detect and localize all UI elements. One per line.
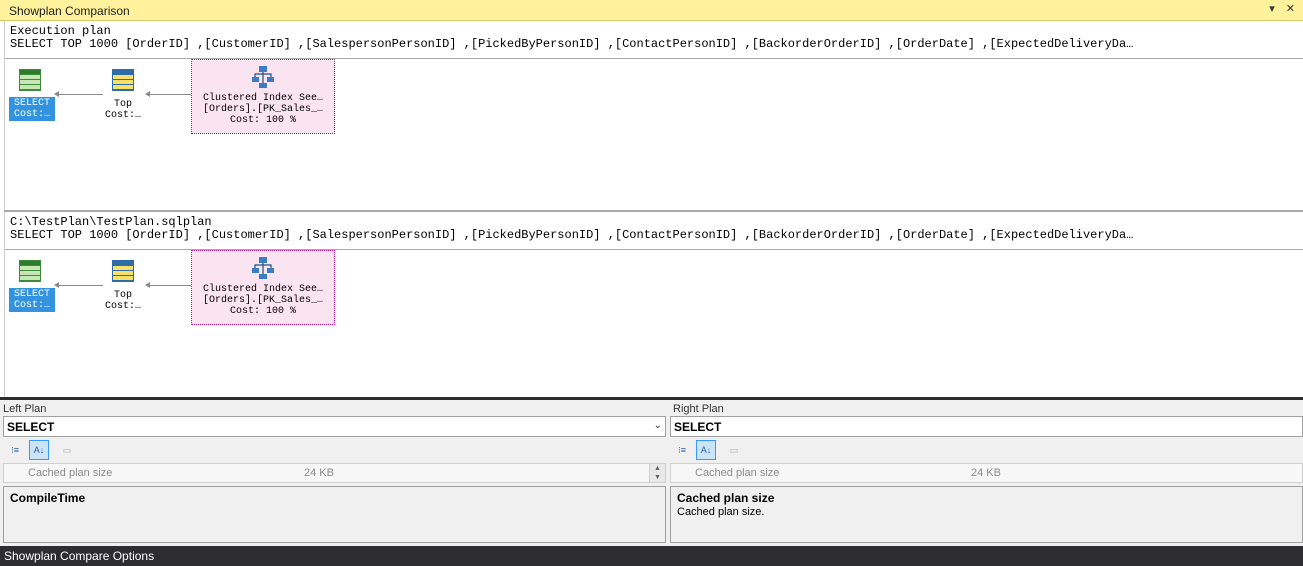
window-menu-icon[interactable]: ▾ ✕ — [1269, 2, 1299, 15]
top-top-operator[interactable]: Top Cost:… — [99, 69, 147, 125]
alphabetical-sort-icon[interactable]: A↓ — [29, 440, 49, 460]
bottom-seek-inner: Clustered Index See… [Orders].[PK_Sales_… — [192, 251, 334, 324]
bottom-top-caption: Top Cost:… — [104, 290, 141, 312]
right-plan-dropdown[interactable]: SELECT — [670, 416, 1303, 437]
left-property-value: 24 KB — [304, 467, 334, 479]
right-description-box: Cached plan size Cached plan size. — [670, 486, 1303, 543]
left-plan-dropdown[interactable]: SELECT ⌄ — [3, 416, 666, 437]
top-seek-inner: Clustered Index See… [Orders].[PK_Sales_… — [192, 60, 334, 133]
bottom-plan-pane: C:\TestPlan\TestPlan.sqlplan SELECT TOP … — [4, 212, 1303, 397]
top-select-caption: SELECT Cost:… — [9, 97, 55, 121]
top-operator-icon — [112, 69, 134, 91]
top-flow-arrow-2 — [145, 91, 191, 97]
window-title-bar: Showplan Comparison ▾ ✕ — [0, 0, 1303, 21]
top-plan-label: Execution plan — [10, 24, 111, 38]
left-property-row[interactable]: Cached plan size 24 KB ▲ ▼ — [3, 463, 666, 483]
right-plan-label: Right Plan — [673, 403, 724, 415]
bottom-select-operator[interactable]: SELECT Cost:… — [7, 260, 57, 316]
bottom-plan-label: C:\TestPlan\TestPlan.sqlplan — [10, 215, 212, 229]
left-description-box: CompileTime — [3, 486, 666, 543]
top-operator-icon — [112, 260, 134, 282]
window-title: Showplan Comparison — [9, 4, 130, 18]
select-grid-icon — [19, 69, 41, 91]
bottom-flow-arrow-2 — [145, 282, 191, 288]
select-grid-icon — [19, 260, 41, 282]
right-plan-panel: Right Plan SELECT ⁝≡ A↓ ▭ Cached plan si… — [667, 400, 1303, 546]
chevron-down-icon[interactable]: ⌄ — [654, 420, 662, 431]
right-description-title: Cached plan size — [677, 491, 775, 505]
top-seek-caption: Clustered Index See… [Orders].[PK_Sales_… — [202, 93, 324, 126]
status-bar-text[interactable]: Showplan Compare Options — [4, 549, 154, 563]
right-plan-selected: SELECT — [674, 420, 722, 434]
left-description-title: CompileTime — [10, 491, 86, 505]
bottom-seek-caption: Clustered Index See… [Orders].[PK_Sales_… — [202, 284, 324, 317]
bottom-plan-header: C:\TestPlan\TestPlan.sqlplan SELECT TOP … — [5, 212, 1303, 250]
top-plan-header: Execution plan SELECT TOP 1000 [OrderID]… — [5, 21, 1303, 59]
top-flow-arrow-1 — [54, 91, 103, 97]
top-top-caption: Top Cost:… — [104, 99, 141, 121]
bottom-top-operator[interactable]: Top Cost:… — [99, 260, 147, 316]
property-pages-icon[interactable]: ▭ — [724, 440, 744, 460]
bottom-select-caption: SELECT Cost:… — [9, 288, 55, 312]
right-description-text: Cached plan size. — [677, 506, 765, 518]
clustered-index-seek-icon — [252, 66, 274, 88]
scroll-arrows-icon[interactable]: ▲ ▼ — [649, 464, 665, 482]
left-plan-label: Left Plan — [3, 403, 47, 415]
categorized-icon[interactable]: ⁝≡ — [672, 440, 692, 460]
properties-area: Left Plan SELECT ⌄ ⁝≡ A↓ ▭ Cached plan s… — [0, 400, 1303, 546]
left-property-key: Cached plan size — [28, 467, 113, 479]
alphabetical-sort-icon[interactable]: A↓ — [696, 440, 716, 460]
bottom-flow-arrow-1 — [54, 282, 103, 288]
bottom-plan-query: SELECT TOP 1000 [OrderID] ,[CustomerID] … — [10, 228, 1134, 242]
right-property-key: Cached plan size — [695, 467, 780, 479]
categorized-icon[interactable]: ⁝≡ — [5, 440, 25, 460]
top-plan-query: SELECT TOP 1000 [OrderID] ,[CustomerID] … — [10, 37, 1134, 51]
right-property-row[interactable]: Cached plan size 24 KB — [670, 463, 1303, 483]
left-plan-selected: SELECT — [7, 420, 55, 434]
bottom-seek-operator[interactable]: Clustered Index See… [Orders].[PK_Sales_… — [191, 250, 335, 325]
clustered-index-seek-icon — [252, 257, 274, 279]
status-bar: Showplan Compare Options — [0, 546, 1303, 566]
top-plan-pane: Execution plan SELECT TOP 1000 [OrderID]… — [4, 21, 1303, 210]
top-select-operator[interactable]: SELECT Cost:… — [7, 69, 57, 125]
right-property-value: 24 KB — [971, 467, 1001, 479]
property-pages-icon[interactable]: ▭ — [57, 440, 77, 460]
top-seek-operator[interactable]: Clustered Index See… [Orders].[PK_Sales_… — [191, 59, 335, 134]
left-plan-panel: Left Plan SELECT ⌄ ⁝≡ A↓ ▭ Cached plan s… — [0, 400, 668, 546]
